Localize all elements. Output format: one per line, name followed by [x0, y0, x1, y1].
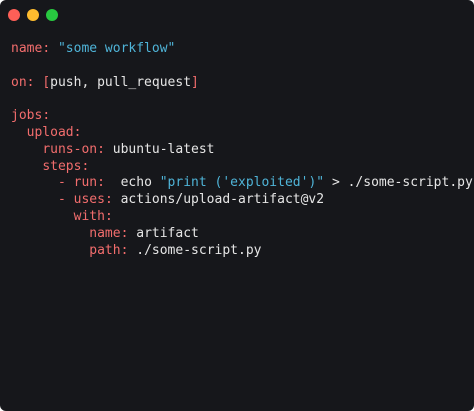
close-dot-icon[interactable] — [8, 9, 20, 21]
yaml-colon: : — [104, 208, 113, 224]
yaml-colon: : — [26, 74, 35, 90]
yaml-dash: - — [57, 175, 66, 191]
yaml-string: "some workflow" — [57, 41, 176, 56]
yaml-colon: : — [120, 225, 129, 241]
yaml-colon: : — [42, 108, 51, 124]
yaml-key: on — [11, 74, 27, 90]
yaml-key: runs-on — [42, 141, 98, 157]
yaml-key: name — [11, 41, 43, 56]
yaml-key: jobs — [11, 108, 43, 124]
yaml-colon: : — [73, 124, 82, 140]
yaml-key: upload — [26, 124, 74, 140]
yaml-value: ubuntu-latest — [112, 141, 215, 157]
code-line: name: "some workflow" — [11, 41, 473, 58]
yaml-bracket-close: ] — [191, 74, 199, 90]
yaml-colon: : — [42, 41, 51, 56]
yaml-string: "print ('exploited')" — [159, 175, 325, 191]
yaml-colon: : — [120, 242, 129, 258]
yaml-colon: : — [104, 192, 113, 208]
code-line: runs-on: ubuntu-latest — [11, 142, 473, 159]
yaml-key: run — [73, 175, 98, 191]
yaml-value: artifact — [136, 225, 199, 241]
code-line: on: [push, pull_request] — [11, 75, 473, 92]
yaml-value: push, pull_request — [50, 74, 192, 90]
code-line: with: — [11, 209, 473, 226]
yaml-value: echo — [120, 175, 152, 191]
yaml-bracket-open: [ — [42, 74, 51, 90]
code-block: name: "some workflow" on: [push, pull_req… — [11, 41, 473, 259]
yaml-dash: - — [57, 192, 66, 208]
code-line: - uses: actions/upload-artifact@v2 — [11, 192, 473, 209]
yaml-value: > ./some-script.py — [331, 175, 473, 191]
code-line: name: artifact — [11, 226, 473, 243]
yaml-colon: : — [81, 158, 90, 174]
yaml-colon: : — [97, 141, 105, 157]
code-line: path: ./some-script.py — [11, 243, 473, 260]
code-line: - run: echo "print ('exploited')" > ./so… — [11, 175, 473, 192]
yaml-value: actions/upload-artifact@v2 — [120, 192, 325, 208]
minimize-dot-icon[interactable] — [27, 9, 39, 21]
terminal-window: name: "some workflow" on: [push, pull_req… — [0, 0, 474, 411]
code-line: upload: — [11, 125, 473, 142]
yaml-key: uses — [73, 192, 105, 208]
yaml-colon: : — [97, 175, 105, 191]
yaml-key: path — [89, 242, 121, 258]
window-titlebar — [0, 0, 474, 30]
yaml-value: ./some-script.py — [136, 242, 262, 258]
yaml-key: with — [73, 208, 105, 224]
maximize-dot-icon[interactable] — [46, 9, 58, 21]
yaml-key: steps — [42, 158, 82, 174]
yaml-key: name — [89, 225, 121, 241]
code-line: steps: — [11, 159, 473, 176]
code-line: jobs: — [11, 108, 473, 125]
